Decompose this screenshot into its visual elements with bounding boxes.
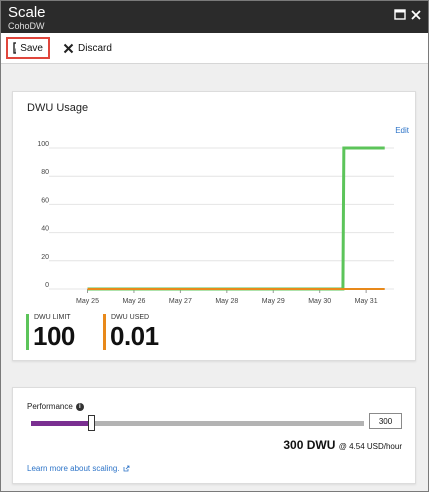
save-label: Save [20, 42, 43, 54]
performance-card: Performance i 300 DWU @ 4.54 USD/hour Le… [12, 387, 416, 484]
blade-subtitle: CohoDW [8, 21, 45, 31]
x-tick-label: May 29 [262, 298, 285, 305]
metric-color-bar [103, 314, 106, 350]
dwu-usage-chart: 0 20 40 60 80 100 May 25 May 26 May 27 May 28 May… [37, 141, 394, 305]
performance-label-row: Performance i [27, 402, 84, 411]
performance-slider[interactable] [31, 415, 364, 431]
x-tick-label: May 27 [169, 298, 192, 305]
discard-icon [63, 43, 74, 53]
learn-more-label: Learn more about scaling. [27, 464, 120, 473]
title-bar: Scale CohoDW [1, 1, 428, 33]
x-tick-label: May 31 [355, 298, 378, 305]
scale-blade: Scale CohoDW Save Discard DWU Usage Edit… [0, 0, 429, 492]
metric-label: DWU LIMIT [34, 314, 71, 321]
info-icon[interactable]: i [75, 402, 84, 411]
close-button[interactable] [408, 7, 424, 23]
learn-more-link[interactable]: Learn more about scaling. [27, 464, 130, 473]
y-tick-label: 40 [41, 226, 49, 233]
metric-color-bar [26, 314, 29, 350]
slider-fill [31, 421, 91, 426]
x-tick-label: May 25 [76, 298, 99, 305]
dwu-usage-card: DWU Usage Edit 0 20 40 60 80 100 May 25 May 26… [12, 91, 416, 361]
series-line-dwu-limit [87, 146, 385, 291]
dwu-cost: @ 4.54 USD/hour [338, 442, 402, 451]
slider-thumb[interactable] [87, 415, 95, 431]
discard-label: Discard [78, 42, 112, 54]
metric-label: DWU USED [111, 314, 150, 321]
discard-button[interactable]: Discard [59, 37, 116, 59]
external-link-icon [123, 465, 129, 472]
metric-value: 100 [33, 321, 75, 351]
maximize-icon [394, 9, 406, 20]
y-tick-label: 0 [45, 282, 49, 289]
x-tick-label: May 30 [308, 298, 331, 305]
dwu-summary: 300 DWU @ 4.54 USD/hour [283, 438, 402, 452]
blade-title: Scale [8, 4, 46, 21]
command-bar: Save Discard [1, 33, 428, 64]
dwu-input[interactable] [369, 413, 402, 429]
y-tick-label: 80 [41, 169, 49, 176]
performance-label: Performance [27, 402, 73, 411]
dwu-amount: 300 DWU [283, 438, 336, 452]
y-tick-label: 20 [41, 254, 49, 261]
y-tick-label: 100 [37, 141, 49, 148]
maximize-button[interactable] [392, 7, 408, 23]
y-tick-label: 60 [41, 197, 49, 204]
close-icon [411, 10, 421, 20]
x-tick-label: May 26 [122, 298, 145, 305]
x-tick-label: May 28 [215, 298, 238, 305]
save-icon [13, 42, 17, 54]
metric-value: 0.01 [110, 321, 159, 351]
save-button[interactable]: Save [6, 37, 50, 59]
